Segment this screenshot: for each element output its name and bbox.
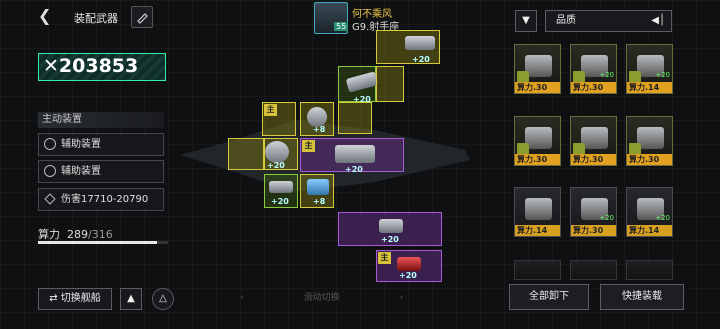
sort-icon: ◀│ — [651, 15, 665, 26]
ship-mode-button[interactable]: ▲ — [120, 288, 142, 310]
computing-power-fill — [38, 241, 157, 244]
inventory-card[interactable]: +20 算力.14 — [626, 187, 673, 237]
inventory-card-partial[interactable] — [514, 260, 561, 280]
gear-icon — [44, 138, 56, 150]
card-power: 算力.30 — [571, 82, 616, 93]
switch-ship-label: 切换舰船 — [60, 293, 101, 304]
weapon-slot[interactable]: 主 +20 — [300, 138, 404, 174]
card-power: 算力.30 — [571, 225, 616, 236]
slot-level: +20 — [345, 165, 363, 174]
weapon-slot[interactable] — [376, 66, 404, 102]
inventory-card[interactable]: +20 算力.30 — [570, 44, 617, 94]
card-power: 算力.30 — [515, 82, 560, 93]
inventory-card-partial[interactable] — [570, 260, 617, 280]
weapon-slot[interactable]: +20 — [338, 66, 379, 104]
inventory-card[interactable]: 算力.30 — [570, 116, 617, 166]
slot-level: +20 — [267, 161, 285, 170]
switch-ship-button[interactable]: ⇄ 切换舰船 — [38, 288, 112, 310]
formation-button[interactable]: △ — [152, 288, 174, 310]
quality-sort-dropdown[interactable]: 品质 ◀│ — [545, 10, 672, 32]
weapon-slot[interactable]: +8 — [300, 102, 334, 136]
wing-icon: ▲ — [127, 293, 135, 304]
inventory-card[interactable]: 算力.30 — [626, 116, 673, 166]
card-power: 算力.30 — [627, 154, 672, 165]
slot-level: +8 — [313, 197, 326, 206]
computing-used: 289 — [67, 228, 88, 241]
weapon-slot[interactable] — [338, 102, 372, 134]
slot-level: +20 — [271, 197, 289, 206]
slot-level: +20 — [381, 235, 399, 244]
weapon-slot[interactable]: +8 — [300, 174, 334, 208]
filter-icon: ▼ — [522, 15, 530, 26]
card-power: 算力.14 — [627, 225, 672, 236]
weapon-slot[interactable] — [228, 138, 264, 170]
inventory-card[interactable]: +20 算力.14 — [626, 44, 673, 94]
inventory-card[interactable]: +20 算力.30 — [570, 187, 617, 237]
card-power: 算力.14 — [515, 225, 560, 236]
missile-icon — [44, 193, 56, 205]
triangle-icon: △ — [159, 293, 167, 304]
weapon-slot[interactable]: +20 — [338, 212, 442, 246]
inventory-card[interactable]: 算力.14 — [514, 187, 561, 237]
unequip-all-button[interactable]: 全部卸下 — [509, 284, 589, 310]
weapon-slot[interactable]: 主 +20 — [376, 250, 442, 282]
inventory-card-partial[interactable] — [626, 260, 673, 280]
device-item-1[interactable]: 辅助装置 — [38, 133, 164, 156]
card-power: 算力.14 — [627, 82, 672, 93]
main-tag: 主 — [302, 140, 315, 152]
active-devices-header: 主动装置 — [38, 112, 164, 128]
card-power: 算力.30 — [515, 154, 560, 165]
back-arrow-icon[interactable]: ❮ — [38, 8, 52, 24]
pencil-icon — [137, 13, 148, 24]
combat-power-number: 203853 — [58, 55, 139, 77]
filter-button[interactable]: ▼ — [515, 10, 537, 32]
page-title: 装配武器 — [74, 12, 118, 25]
edit-icon-button[interactable] — [131, 6, 153, 28]
computing-power-label: 算力 289/316 — [38, 226, 113, 242]
swipe-hint-text: 滑动切换 — [303, 293, 340, 303]
slot-level: +20 — [399, 271, 417, 280]
inventory-card[interactable]: 算力.30 — [514, 116, 561, 166]
slot-level: +20 — [412, 55, 430, 64]
quality-sort-label: 品质 — [556, 15, 576, 26]
weapon-slot[interactable]: +20 — [264, 138, 298, 170]
computing-label-text: 算力 — [38, 228, 60, 241]
device-item-2[interactable]: 辅助装置 — [38, 160, 164, 183]
main-tag: 主 — [378, 252, 391, 264]
swords-icon: ✕ — [43, 55, 59, 77]
weapon-slot[interactable]: +20 — [376, 30, 440, 64]
inventory-card[interactable]: 算力.30 — [514, 44, 561, 94]
weapon-slot[interactable]: +20 — [264, 174, 298, 208]
player-level-badge: 55 — [334, 22, 349, 31]
device-item-3[interactable]: 伤害17710-20790 — [38, 188, 164, 211]
swipe-hint: ‹ 滑动切换 › — [240, 293, 404, 303]
device-label: 辅助装置 — [61, 166, 101, 177]
slot-level: +8 — [313, 125, 326, 134]
device-label: 伤害17710-20790 — [61, 194, 149, 205]
device-label: 辅助装置 — [61, 139, 101, 150]
card-power: 算力.30 — [571, 154, 616, 165]
main-tag: 主 — [264, 104, 277, 116]
gear-icon — [44, 165, 56, 177]
weapon-slot[interactable]: 主 — [262, 102, 296, 136]
computing-total: /316 — [88, 228, 113, 241]
combat-power-value: ✕203853 — [43, 53, 138, 79]
swap-icon: ⇄ — [49, 293, 61, 304]
quick-equip-button[interactable]: 快捷装载 — [600, 284, 684, 310]
